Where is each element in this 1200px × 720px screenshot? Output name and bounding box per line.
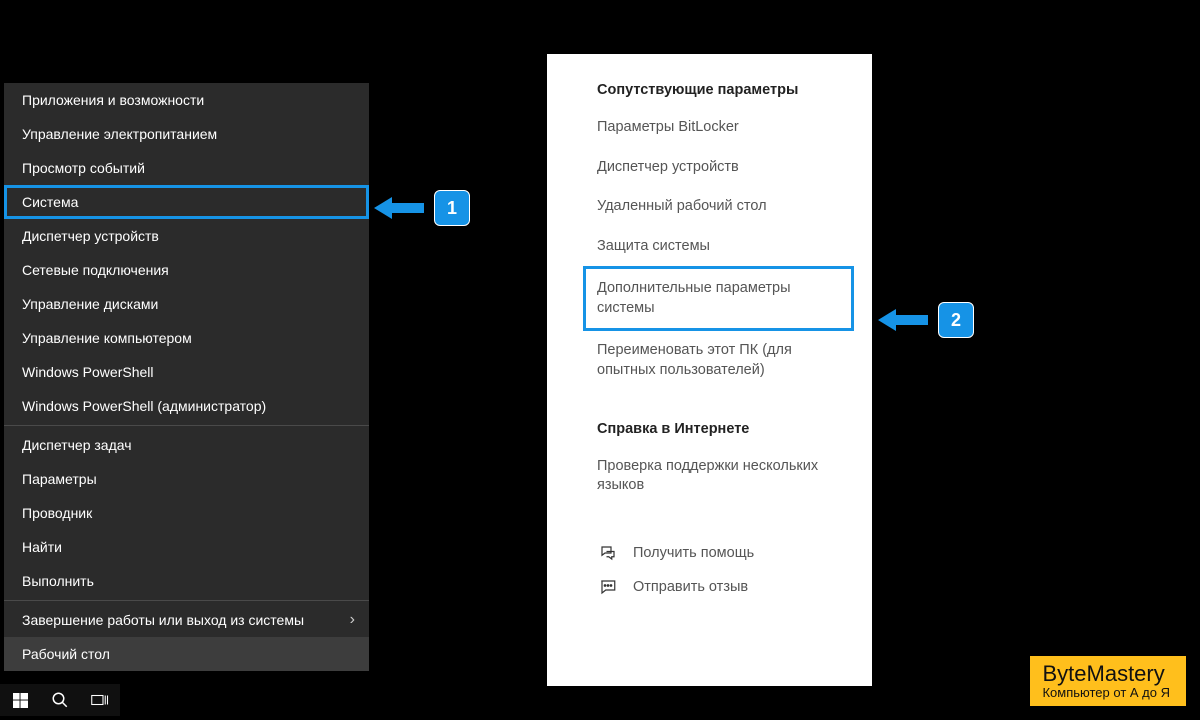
menu-item-power-options[interactable]: Управление электропитанием [4, 117, 369, 151]
callout-1: 1 [374, 190, 470, 226]
callout-badge-1: 1 [434, 190, 470, 226]
menu-item-shutdown-signout[interactable]: Завершение работы или выход из системы › [4, 603, 369, 637]
related-settings-heading: Сопутствующие параметры [597, 82, 836, 98]
menu-item-device-manager[interactable]: Диспетчер устройств [4, 219, 369, 253]
get-help-label: Получить помощь [633, 545, 754, 561]
watermark-brand: ByteMastery [1042, 662, 1170, 686]
arrow-left-icon [878, 307, 928, 333]
feedback-label: Отправить отзыв [633, 579, 748, 595]
menu-item-disk-management[interactable]: Управление дисками [4, 287, 369, 321]
link-system-protection[interactable]: Защита системы [597, 227, 836, 267]
menu-item-desktop[interactable]: Рабочий стол [4, 637, 369, 671]
web-help-heading: Справка в Интернете [597, 421, 836, 437]
menu-item-powershell[interactable]: Windows PowerShell [4, 355, 369, 389]
callout-badge-2: 2 [938, 302, 974, 338]
menu-item-powershell-admin[interactable]: Windows PowerShell (администратор) [4, 389, 369, 423]
menu-item-task-manager[interactable]: Диспетчер задач [4, 428, 369, 462]
link-give-feedback[interactable]: Отправить отзыв [597, 570, 836, 604]
menu-separator [4, 425, 369, 426]
menu-item-settings[interactable]: Параметры [4, 462, 369, 496]
link-bitlocker[interactable]: Параметры BitLocker [597, 108, 836, 148]
menu-item-search[interactable]: Найти [4, 530, 369, 564]
link-device-manager[interactable]: Диспетчер устройств [597, 148, 836, 188]
menu-item-run[interactable]: Выполнить [4, 564, 369, 598]
chevron-right-icon: › [350, 611, 355, 629]
winx-context-menu: Приложения и возможности Управление элек… [4, 83, 369, 671]
start-button[interactable] [0, 684, 40, 716]
menu-item-network-connections[interactable]: Сетевые подключения [4, 253, 369, 287]
feedback-icon [597, 578, 619, 596]
link-rename-pc[interactable]: Переименовать этот ПК (для опытных польз… [597, 331, 836, 390]
link-remote-desktop[interactable]: Удаленный рабочий стол [597, 187, 836, 227]
taskbar-search-icon[interactable] [40, 684, 80, 716]
taskbar [0, 684, 120, 716]
link-multilang-support[interactable]: Проверка поддержки нескольких языков [597, 447, 836, 506]
menu-item-computer-management[interactable]: Управление компьютером [4, 321, 369, 355]
menu-item-system[interactable]: Система [4, 185, 369, 219]
callout-2: 2 [878, 302, 974, 338]
watermark-tagline: Компьютер от А до Я [1042, 686, 1170, 700]
settings-related-panel: Сопутствующие параметры Параметры BitLoc… [547, 54, 872, 686]
menu-item-apps-features[interactable]: Приложения и возможности [4, 83, 369, 117]
chat-help-icon [597, 544, 619, 562]
link-get-help[interactable]: Получить помощь [597, 536, 836, 570]
menu-item-event-viewer[interactable]: Просмотр событий [4, 151, 369, 185]
taskbar-taskview-icon[interactable] [80, 684, 120, 716]
watermark: ByteMastery Компьютер от А до Я [1026, 656, 1186, 706]
menu-item-file-explorer[interactable]: Проводник [4, 496, 369, 530]
link-advanced-system-settings[interactable]: Дополнительные параметры системы [583, 266, 854, 331]
arrow-left-icon [374, 195, 424, 221]
menu-separator [4, 600, 369, 601]
